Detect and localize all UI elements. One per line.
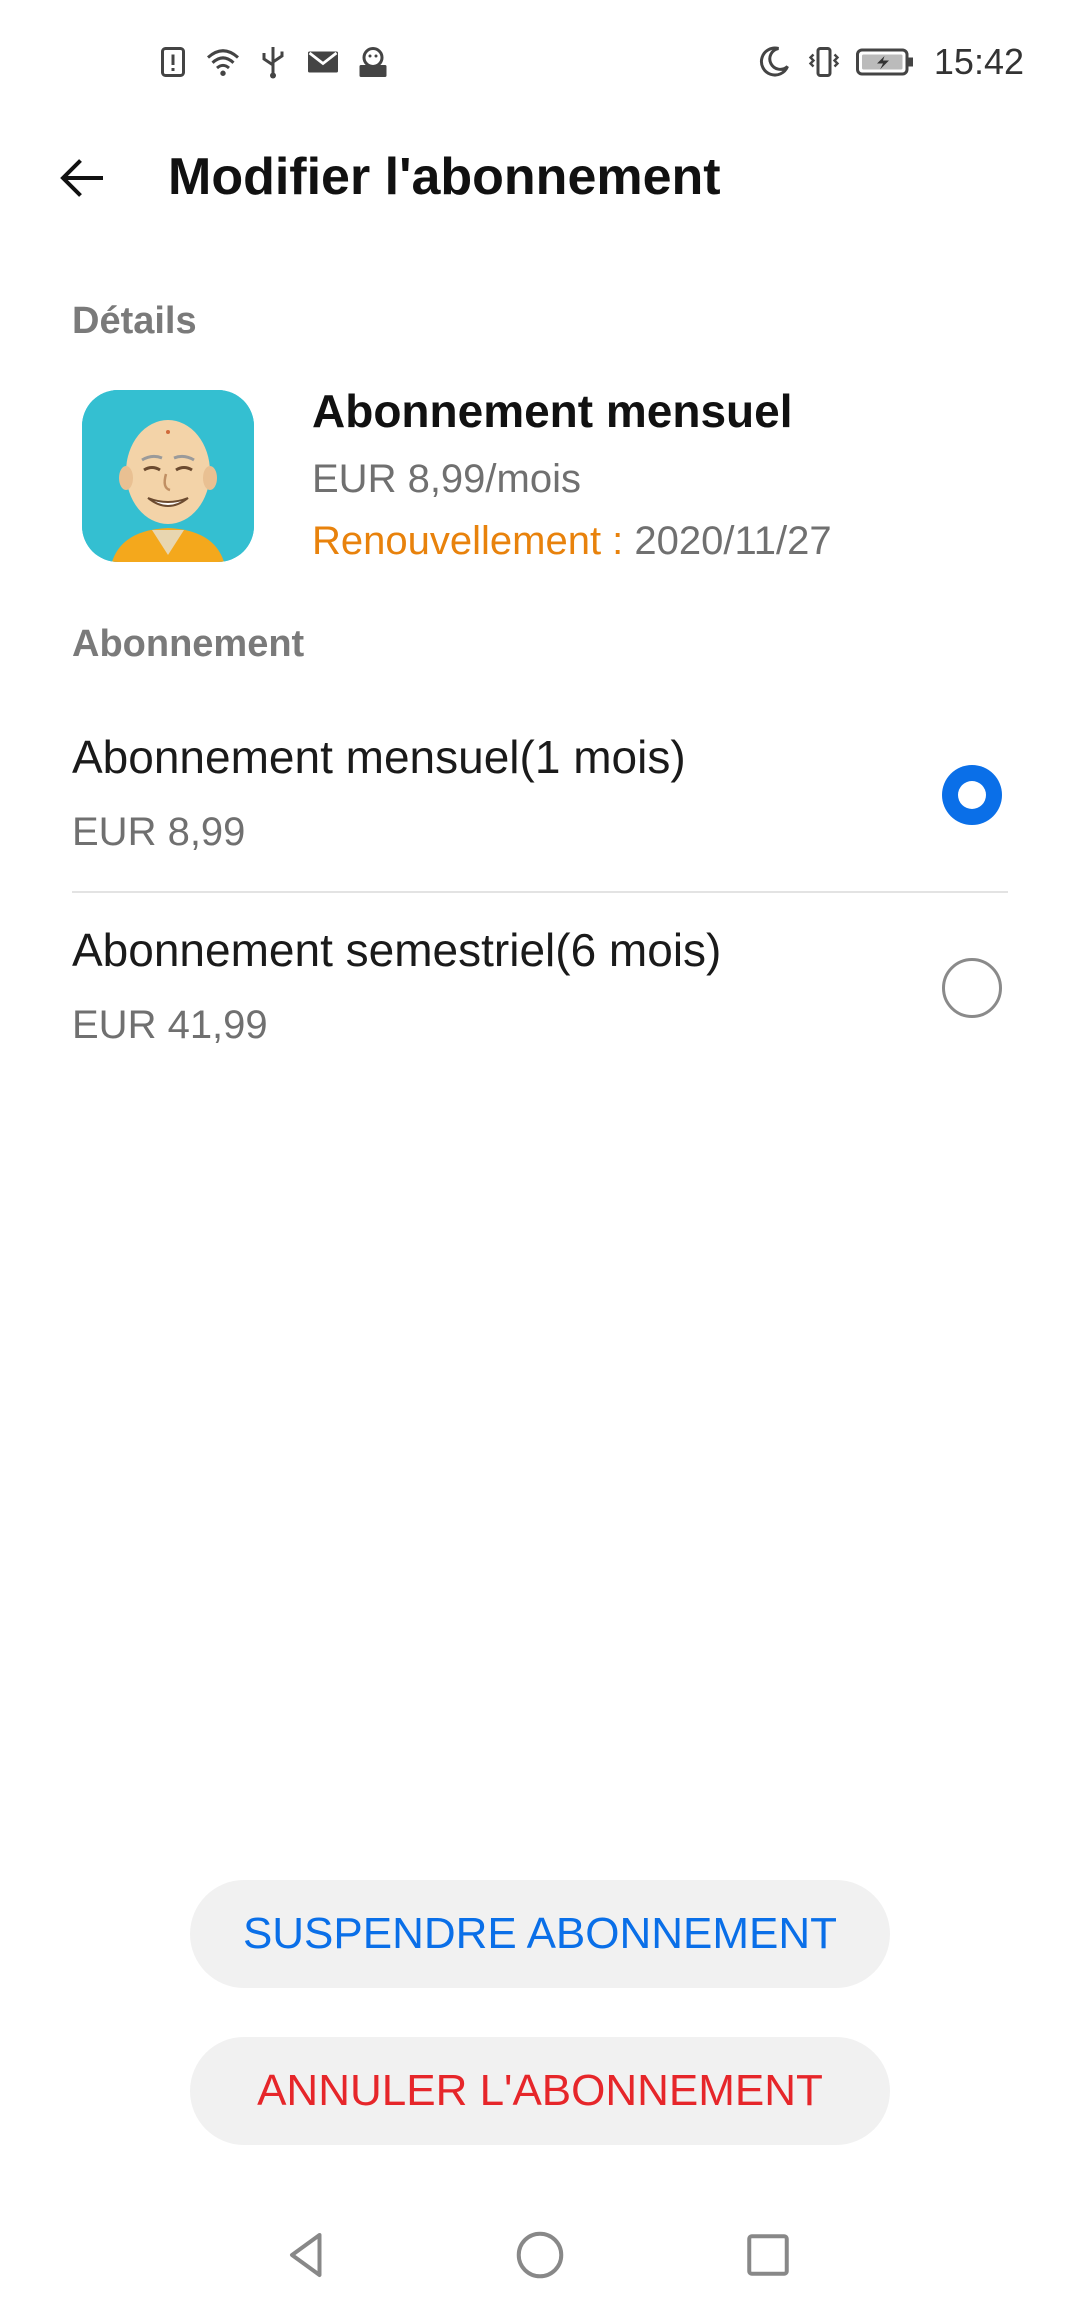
renewal-info: Renouvellement : 2020/11/27 xyxy=(312,519,832,564)
app-bar: Modifier l'abonnement xyxy=(0,125,1080,225)
navigation-bar xyxy=(0,2190,1080,2310)
option-title: Abonnement semestriel(6 mois) xyxy=(72,924,722,976)
battery-charging-icon xyxy=(855,44,916,80)
status-bar: 15:42 xyxy=(0,0,1080,125)
suspend-subscription-button[interactable]: SUSPENDRE ABONNEMENT xyxy=(190,1880,890,1988)
nav-home-button[interactable] xyxy=(505,2220,575,2290)
status-clock: 15:42 xyxy=(933,41,1024,82)
renewal-date: 2020/11/27 xyxy=(634,519,832,563)
alert-icon xyxy=(155,44,191,80)
app-notification-icon xyxy=(355,44,391,80)
nav-recents-button[interactable] xyxy=(733,2220,803,2290)
mail-icon xyxy=(305,44,341,80)
vibrate-icon xyxy=(806,44,842,80)
subscription-header: Abonnement xyxy=(72,623,305,665)
arrow-left-icon xyxy=(60,159,103,197)
nav-back-icon xyxy=(290,2233,322,2277)
back-button[interactable] xyxy=(50,145,116,211)
radio-semiannual[interactable] xyxy=(942,958,1002,1018)
subscription-price: EUR 8,99/mois xyxy=(312,457,581,501)
usb-icon xyxy=(255,44,291,80)
monk-avatar-icon xyxy=(82,390,254,562)
option-price: EUR 8,99 xyxy=(72,810,246,854)
app-icon xyxy=(82,390,254,562)
option-title: Abonnement mensuel(1 mois) xyxy=(72,731,686,783)
nav-recents-icon xyxy=(747,2234,789,2276)
page-title: Modifier l'abonnement xyxy=(168,148,721,206)
nav-back-button[interactable] xyxy=(272,2220,342,2290)
divider xyxy=(72,891,1008,893)
renewal-label: Renouvellement : xyxy=(312,519,635,563)
radio-monthly[interactable] xyxy=(942,765,1002,825)
status-right-icons: 15:42 xyxy=(756,40,1024,84)
wifi-icon xyxy=(205,44,241,80)
status-left-icons xyxy=(155,40,391,84)
cancel-subscription-button[interactable]: ANNULER L'ABONNEMENT xyxy=(190,2037,890,2145)
details-header: Détails xyxy=(72,300,197,342)
moon-icon xyxy=(756,44,792,80)
subscription-name: Abonnement mensuel xyxy=(312,385,793,437)
option-semiannual[interactable]: Abonnement semestriel(6 mois) EUR 41,99 xyxy=(72,923,1008,1113)
nav-home-icon xyxy=(516,2231,564,2279)
option-price: EUR 41,99 xyxy=(72,1003,268,1047)
